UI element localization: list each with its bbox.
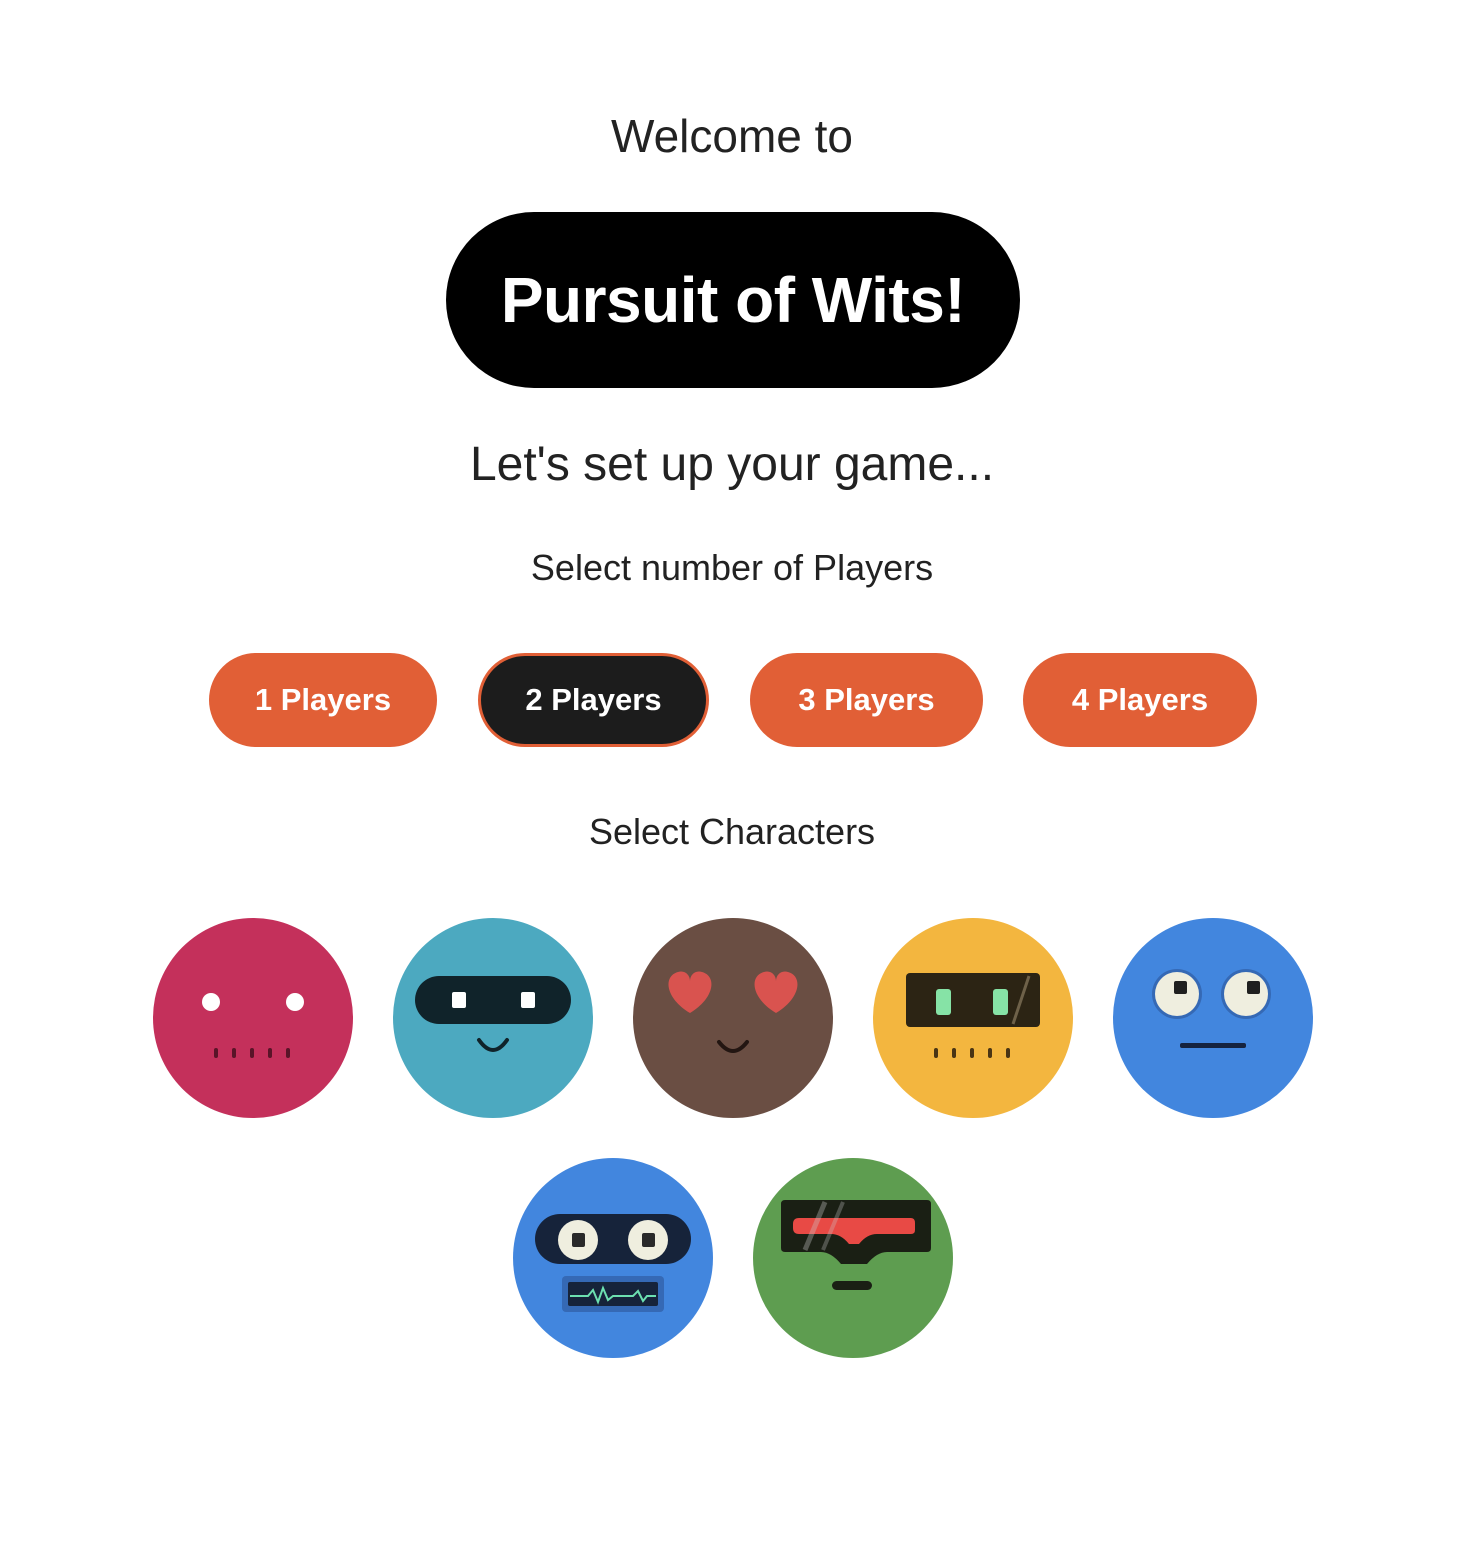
- pink-robot-face-icon: [153, 918, 353, 1118]
- character-yellow-screen-robot[interactable]: [873, 918, 1073, 1118]
- players-section-label: Select number of Players: [530, 547, 934, 588]
- setup-page: Welcome to Pursuit of Wits! Let's set up…: [0, 0, 1464, 1558]
- players-option-2-button[interactable]: 2 Players: [478, 653, 709, 747]
- character-teal-visor-robot[interactable]: [393, 918, 593, 1118]
- welcome-text: Welcome to: [610, 110, 854, 162]
- character-pink-robot[interactable]: [153, 918, 353, 1118]
- green-red-visor-face-icon: [753, 1158, 953, 1358]
- players-option-3-button[interactable]: 3 Players: [750, 653, 983, 747]
- setup-subtitle: Let's set up your game...: [469, 438, 995, 491]
- game-title: Pursuit of Wits!: [500, 264, 966, 336]
- character-blue-heartbeat-robot[interactable]: [513, 1158, 713, 1358]
- blue-heartbeat-robot-face-icon: [513, 1158, 713, 1358]
- players-option-4-button[interactable]: 4 Players: [1023, 653, 1257, 747]
- yellow-screen-robot-face-icon: [873, 918, 1073, 1118]
- character-brown-heart-eyes[interactable]: [633, 918, 833, 1118]
- character-green-red-visor[interactable]: [753, 1158, 953, 1358]
- brown-heart-eyes-face-icon: [633, 918, 833, 1118]
- characters-section-label: Select Characters: [588, 811, 876, 852]
- game-title-badge: Pursuit of Wits!: [446, 212, 1020, 388]
- players-option-1-button[interactable]: 1 Players: [209, 653, 437, 747]
- teal-visor-robot-face-icon: [393, 918, 593, 1118]
- blue-googly-eyes-face-icon: [1113, 918, 1313, 1118]
- character-blue-googly-eyes[interactable]: [1113, 918, 1313, 1118]
